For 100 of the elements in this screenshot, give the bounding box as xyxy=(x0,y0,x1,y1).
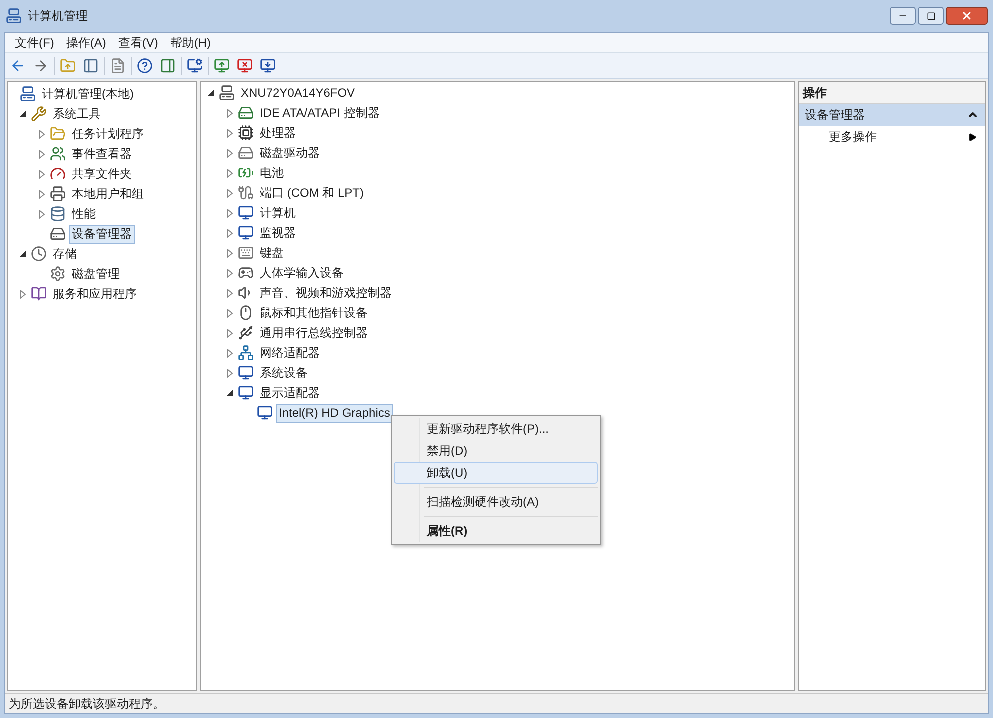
expand-arrow-icon[interactable] xyxy=(226,128,234,138)
tree-item[interactable]: 磁盘管理 xyxy=(69,264,123,284)
maximize-button[interactable] xyxy=(918,7,944,25)
wrench-icon xyxy=(31,106,47,122)
menu-item[interactable]: 查看(V) xyxy=(112,32,164,52)
keyboard-icon xyxy=(238,245,254,261)
tree-item[interactable]: 磁盘驱动器 xyxy=(257,144,323,162)
network-icon xyxy=(238,345,254,361)
expand-arrow-icon[interactable] xyxy=(226,308,234,318)
section-header[interactable]: 设备管理器 xyxy=(799,104,985,126)
gamepad-icon xyxy=(238,265,254,281)
context-menu-item[interactable]: 卸载(U) xyxy=(394,462,598,484)
close-button[interactable] xyxy=(946,7,988,25)
tree-item[interactable]: 任务计划程序 xyxy=(69,124,147,144)
maximize-icon xyxy=(926,12,936,20)
close-icon xyxy=(961,10,973,22)
expand-arrow-icon[interactable] xyxy=(226,368,234,378)
context-menu-item[interactable]: 扫描检测硬件改动(A) xyxy=(394,491,598,513)
monitor-icon xyxy=(238,385,254,401)
expand-arrow-icon[interactable] xyxy=(38,130,46,138)
gear-icon xyxy=(50,266,66,282)
forward-icon xyxy=(33,58,49,74)
tree-item[interactable]: 鼠标和其他指针设备 xyxy=(257,304,371,322)
tree-item[interactable]: 端口 (COM 和 LPT) xyxy=(257,184,367,202)
drive-icon xyxy=(50,226,66,242)
monitor-icon xyxy=(257,405,273,421)
book-icon xyxy=(31,286,47,302)
expand-arrow-icon[interactable] xyxy=(38,170,46,178)
help-icon xyxy=(137,58,153,74)
drive-icon xyxy=(238,105,254,121)
expand-arrow-icon[interactable] xyxy=(226,208,234,218)
tree-item[interactable]: 计算机管理(本地) xyxy=(39,84,137,104)
expand-arrow-icon[interactable] xyxy=(38,150,46,158)
status-text: 为所选设备卸载该驱动程序。 xyxy=(9,696,165,712)
tree-item[interactable]: 本地用户和组 xyxy=(69,184,147,204)
tree-item[interactable]: 系统工具 xyxy=(50,104,104,124)
update-monitor-icon xyxy=(214,58,230,74)
tree-item[interactable]: Intel(R) HD Graphics xyxy=(276,404,394,422)
context-menu-item[interactable]: 属性(R) xyxy=(394,520,598,542)
expand-arrow-icon[interactable] xyxy=(226,228,234,238)
document-icon xyxy=(110,58,126,74)
tree-item[interactable]: XNU72Y0A14Y6FOV xyxy=(238,84,358,102)
tree-item[interactable]: 存储 xyxy=(50,244,80,264)
users-icon xyxy=(50,146,66,162)
expand-arrow-icon[interactable] xyxy=(38,210,46,218)
expand-arrow-icon[interactable] xyxy=(226,348,234,358)
expand-arrow-icon[interactable] xyxy=(226,328,234,338)
expand-arrow-icon[interactable] xyxy=(226,268,234,278)
monitor-icon xyxy=(238,205,254,221)
menu-item[interactable]: 帮助(H) xyxy=(164,32,217,52)
tree-item[interactable]: 键盘 xyxy=(257,244,287,262)
tree-item[interactable]: IDE ATA/ATAPI 控制器 xyxy=(257,104,383,122)
collapse-arrow-icon[interactable] xyxy=(226,389,234,397)
window-title: 计算机管理 xyxy=(28,8,88,25)
tree-item[interactable]: 事件查看器 xyxy=(69,144,135,164)
tree-item[interactable]: 系统设备 xyxy=(257,364,311,382)
collapse-arrow-icon[interactable] xyxy=(19,250,27,258)
tree-item[interactable]: 显示适配器 xyxy=(257,384,323,402)
storage-icon xyxy=(50,206,66,222)
expand-arrow-icon[interactable] xyxy=(226,188,234,198)
tree-item[interactable]: 设备管理器 xyxy=(69,224,135,244)
mouse-icon xyxy=(238,305,254,321)
action-item[interactable]: 更多操作 xyxy=(799,126,985,148)
context-menu-item[interactable]: 禁用(D) xyxy=(394,440,598,462)
drive-icon xyxy=(238,145,254,161)
tree-item[interactable]: 计算机 xyxy=(257,204,299,222)
gauge-icon xyxy=(50,166,66,182)
tree-item[interactable]: 人体学输入设备 xyxy=(257,264,347,282)
tree-item[interactable]: 通用串行总线控制器 xyxy=(257,324,371,342)
remove-monitor-icon xyxy=(237,58,253,74)
monitor-icon xyxy=(238,225,254,241)
tree-item[interactable]: 性能 xyxy=(69,204,99,224)
tree-item[interactable]: 监视器 xyxy=(257,224,299,242)
tree-item[interactable]: 服务和应用程序 xyxy=(50,284,140,304)
help-button[interactable] xyxy=(135,56,155,76)
expand-arrow-icon[interactable] xyxy=(19,290,27,298)
expand-arrow-icon[interactable] xyxy=(226,108,234,118)
expand-arrow-icon[interactable] xyxy=(38,190,46,198)
menu-item[interactable]: 文件(F) xyxy=(9,32,60,52)
chip-icon xyxy=(238,125,254,141)
app-icon xyxy=(6,8,22,24)
expand-arrow-icon[interactable] xyxy=(226,248,234,258)
folder-icon xyxy=(50,126,66,142)
back-icon xyxy=(10,58,26,74)
tree-item[interactable]: 声音、视频和游戏控制器 xyxy=(257,284,395,302)
expand-arrow-icon[interactable] xyxy=(226,168,234,178)
disable-monitor-icon xyxy=(260,58,276,74)
menu-item[interactable]: 操作(A) xyxy=(60,32,112,52)
expand-arrow-icon[interactable] xyxy=(226,288,234,298)
collapse-arrow-icon[interactable] xyxy=(207,89,215,97)
tree-panel-icon xyxy=(83,58,99,74)
collapse-arrow-icon[interactable] xyxy=(19,110,27,118)
clock-icon xyxy=(31,246,47,262)
plug-icon xyxy=(238,185,254,201)
tree-item[interactable]: 处理器 xyxy=(257,124,299,142)
tree-item[interactable]: 电池 xyxy=(257,164,287,182)
context-menu-item[interactable]: 更新驱动程序软件(P)... xyxy=(394,418,598,440)
tree-item[interactable]: 共享文件夹 xyxy=(69,164,135,184)
expand-arrow-icon[interactable] xyxy=(226,148,234,158)
tree-item[interactable]: 网络适配器 xyxy=(257,344,323,362)
